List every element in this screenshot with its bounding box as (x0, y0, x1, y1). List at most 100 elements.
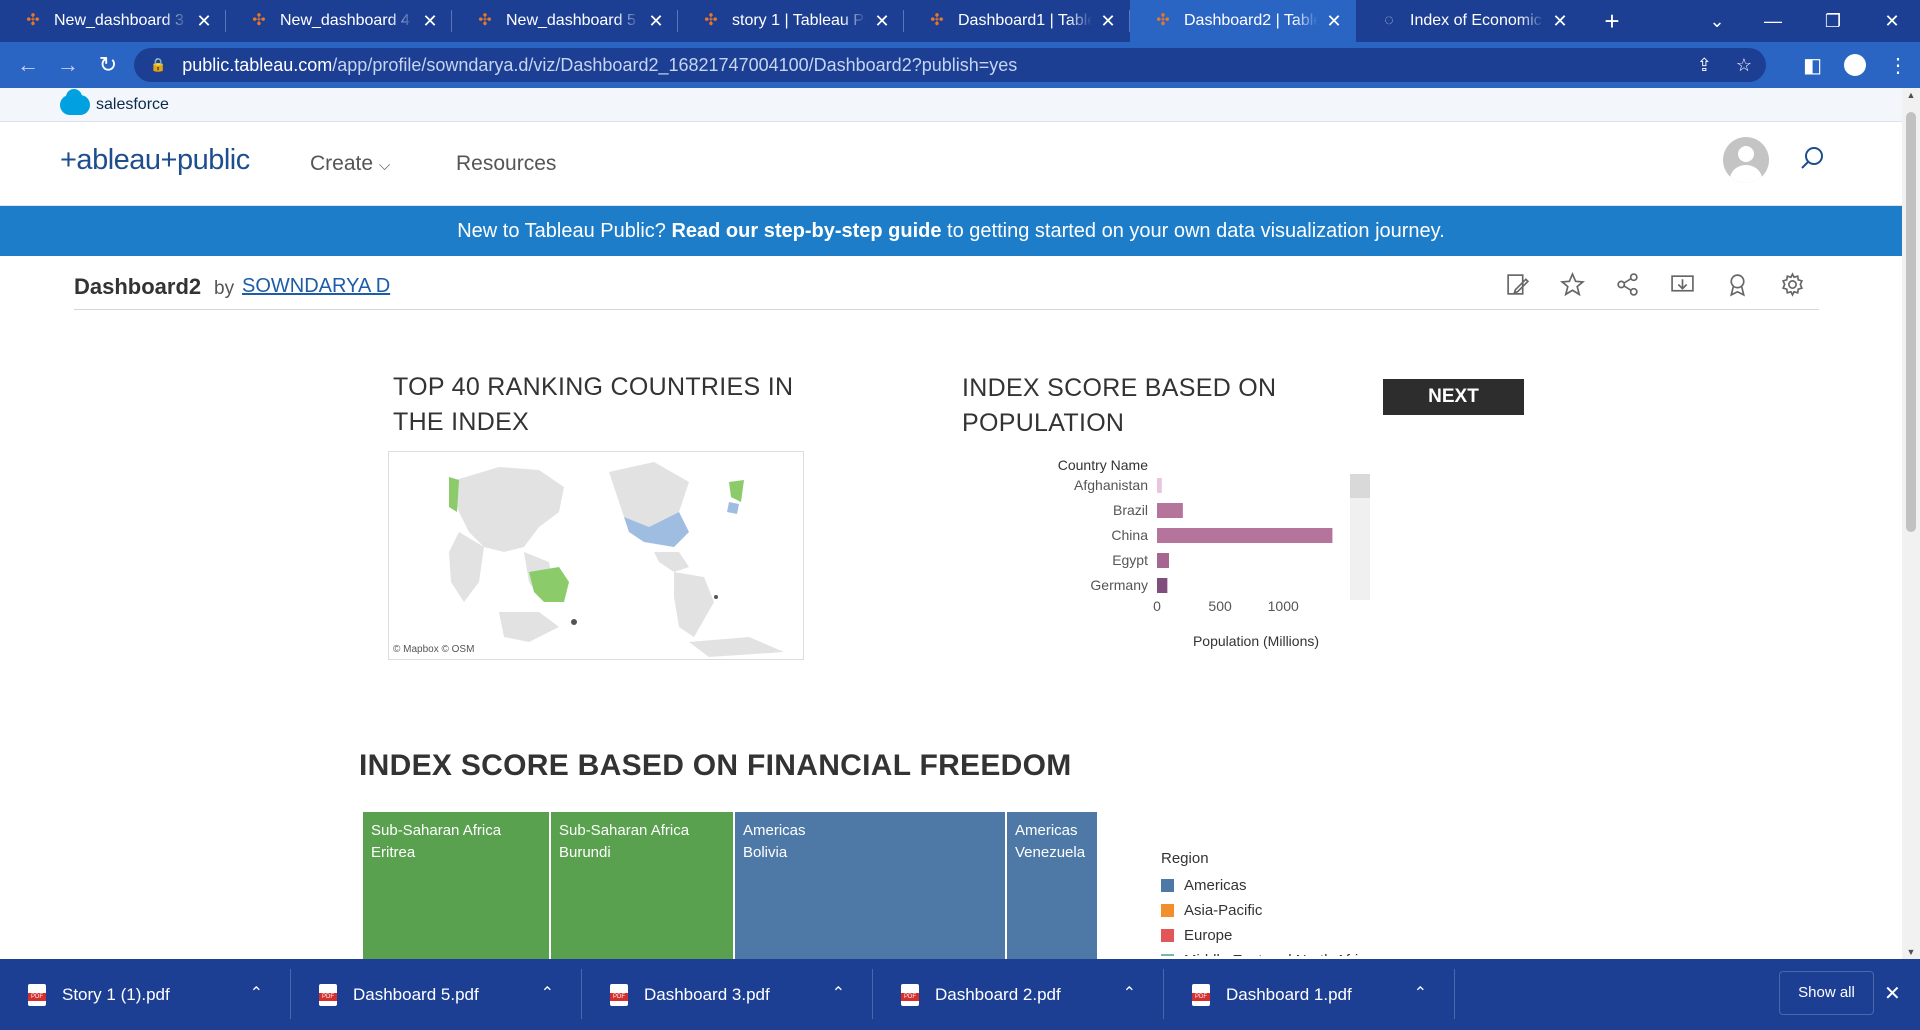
share-page-icon[interactable]: ⇪ (1697, 55, 1712, 76)
tab-close-icon[interactable]: ✕ (194, 11, 214, 32)
viz-header: Dashboard2 by SOWNDARYA D (74, 266, 1819, 310)
download-item[interactable]: PDF Dashboard 3.pdf ⌃ (582, 959, 873, 1030)
forward-arrow-icon[interactable]: → (48, 52, 88, 78)
scroll-up-icon[interactable]: ▲ (1902, 90, 1920, 100)
chevron-up-icon[interactable]: ⌃ (250, 983, 263, 1003)
author-link[interactable]: SOWNDARYA D (242, 275, 390, 298)
tableau-public-logo[interactable]: +ableau+public (60, 144, 250, 177)
category-label: Germany (1090, 577, 1148, 593)
chevron-up-icon[interactable]: ⌃ (541, 983, 554, 1003)
bar-sheet-title: INDEX SCORE BASED ON POPULATION (962, 374, 1277, 437)
legend-label: Americas (1184, 877, 1247, 894)
download-filename: Story 1 (1).pdf (62, 984, 170, 1004)
page-scrollbar[interactable]: ▲ ▼ (1902, 88, 1920, 959)
show-all-button[interactable]: Show all (1779, 971, 1874, 1015)
share-icon[interactable] (1615, 272, 1640, 297)
edit-icon[interactable] (1505, 272, 1530, 297)
browser-tab[interactable]: ✣ New_dashboard 4 | Tableau Public ✕ (226, 0, 452, 42)
create-menu[interactable]: Create ⌵ (310, 152, 390, 176)
population-bar-chart[interactable]: Country Name Afghanistan Brazil China Egypt G… (1040, 456, 1380, 656)
pdf-file-icon: PDF (901, 983, 919, 1006)
salesforce-label[interactable]: salesforce (96, 96, 169, 114)
treemap-cell[interactable]: Americas Venezuela (1007, 812, 1097, 959)
minimize-icon[interactable]: — (1745, 0, 1801, 42)
treemap-cell-region: Sub-Saharan Africa (559, 822, 690, 839)
download-item[interactable]: PDF Dashboard 5.pdf ⌃ (291, 959, 582, 1030)
next-button[interactable]: NEXT (1383, 379, 1524, 415)
resources-link[interactable]: Resources (456, 152, 556, 176)
browser-tab[interactable]: ✣ story 1 | Tableau Public ✕ (678, 0, 904, 42)
tab-search-icon[interactable]: ⌄ (1689, 0, 1745, 42)
tab-close-icon[interactable]: ✕ (420, 11, 440, 32)
category-label: China (1111, 527, 1148, 543)
window-close-icon[interactable]: ✕ (1864, 0, 1920, 42)
population-bar[interactable] (1157, 528, 1333, 543)
download-item[interactable]: PDF Dashboard 2.pdf ⌃ (873, 959, 1164, 1030)
legend-swatch (1161, 929, 1174, 942)
new-tab-button[interactable]: + (1592, 6, 1632, 37)
browser-tab[interactable]: ◌ Index of Economic Freedom ✕ (1356, 0, 1582, 42)
chevron-up-icon[interactable]: ⌃ (832, 983, 845, 1003)
favorite-star-icon[interactable] (1560, 272, 1585, 297)
browser-tab[interactable]: ✣ Dashboard2 | Tableau Public ✕ (1130, 0, 1356, 42)
population-bar[interactable] (1157, 478, 1162, 493)
salesforce-cloud-icon (60, 88, 90, 115)
tab-close-icon[interactable]: ✕ (1550, 11, 1570, 32)
step-by-step-guide-link[interactable]: Read our step-by-step guide (671, 220, 941, 242)
tab-close-icon[interactable]: ✕ (646, 11, 666, 32)
treemap-cell-region: Sub-Saharan Africa (371, 822, 502, 839)
chevron-up-icon[interactable]: ⌃ (1414, 983, 1427, 1003)
url-field[interactable]: 🔒 public.tableau.com/app/profile/sowndar… (134, 48, 1766, 82)
category-label: Afghanistan (1074, 477, 1148, 493)
browser-tab[interactable]: ✣ New_dashboard 3 | Tableau Public ✕ (0, 0, 226, 42)
tab-close-icon[interactable]: ✕ (872, 11, 892, 32)
treemap-cell-country: Eritrea (371, 844, 416, 861)
chevron-up-icon[interactable]: ⌃ (1123, 983, 1136, 1003)
url-path: /app/profile/sowndarya.d/viz/Dashboard2_… (332, 54, 1018, 75)
browser-menu-icon[interactable]: ⋮ (1888, 53, 1908, 78)
tab-close-icon[interactable]: ✕ (1098, 11, 1118, 32)
population-bar[interactable] (1157, 503, 1183, 518)
close-shelf-icon[interactable]: ✕ (1884, 981, 1901, 1006)
download-icon[interactable] (1670, 272, 1695, 297)
population-bar[interactable] (1157, 578, 1168, 593)
treemap-cell-region: Americas (743, 822, 806, 839)
legend-item[interactable]: Asia-Pacific (1161, 898, 1374, 923)
browser-tab[interactable]: ✣ Dashboard1 | Tableau Public ✕ (904, 0, 1130, 42)
row-header-label: Country Name (1058, 457, 1148, 473)
treemap-cell[interactable]: Sub-Saharan Africa Burundi (551, 812, 733, 959)
treemap-cell-region: Americas (1015, 822, 1078, 839)
scroll-down-icon[interactable]: ▼ (1902, 947, 1920, 957)
profile-avatar-icon[interactable] (1844, 54, 1866, 76)
reload-icon[interactable]: ↻ (88, 52, 128, 78)
tab-title: Index of Economic Freedom (1410, 12, 1544, 29)
region-legend: Region Americas Asia-Pacific Europe Middle … (1161, 850, 1374, 956)
treemap-cell[interactable]: Sub-Saharan Africa Eritrea (363, 812, 549, 959)
user-avatar[interactable] (1723, 137, 1769, 183)
tableau-favicon-icon: ✣ (252, 12, 266, 29)
settings-gear-icon[interactable] (1780, 272, 1805, 297)
treemap-cell[interactable]: Americas Bolivia (735, 812, 1005, 959)
tableau-favicon-icon: ✣ (930, 12, 944, 29)
restore-icon[interactable]: ❐ (1805, 0, 1861, 42)
download-item[interactable]: PDF Dashboard 1.pdf ⌃ (1164, 959, 1455, 1030)
world-map[interactable]: © Mapbox © OSM (388, 451, 804, 660)
population-bar[interactable] (1157, 553, 1169, 568)
browser-tab[interactable]: ✣ New_dashboard 5 | Tableau Public ✕ (452, 0, 678, 42)
download-item[interactable]: PDF Story 1 (1).pdf ⌃ (0, 959, 291, 1030)
search-icon[interactable] (1800, 146, 1824, 170)
chevron-down-icon: ⌵ (378, 157, 391, 174)
web-page: salesforce +ableau+public Create ⌵ Resou… (0, 88, 1902, 959)
tab-close-icon[interactable]: ✕ (1324, 11, 1344, 32)
legend-item[interactable]: Middle East and North Africa (1161, 948, 1374, 956)
download-filename: Dashboard 2.pdf (935, 984, 1061, 1004)
scrollbar-thumb[interactable] (1906, 112, 1916, 532)
legend-swatch (1161, 904, 1174, 917)
url-host: public.tableau.com (182, 54, 333, 75)
legend-item[interactable]: Europe (1161, 923, 1374, 948)
bookmark-star-icon[interactable]: ☆ (1736, 55, 1752, 76)
back-arrow-icon[interactable]: ← (8, 52, 48, 78)
side-panel-icon[interactable]: ◧ (1803, 53, 1822, 78)
badge-icon[interactable] (1725, 272, 1750, 297)
legend-item[interactable]: Americas (1161, 873, 1374, 898)
